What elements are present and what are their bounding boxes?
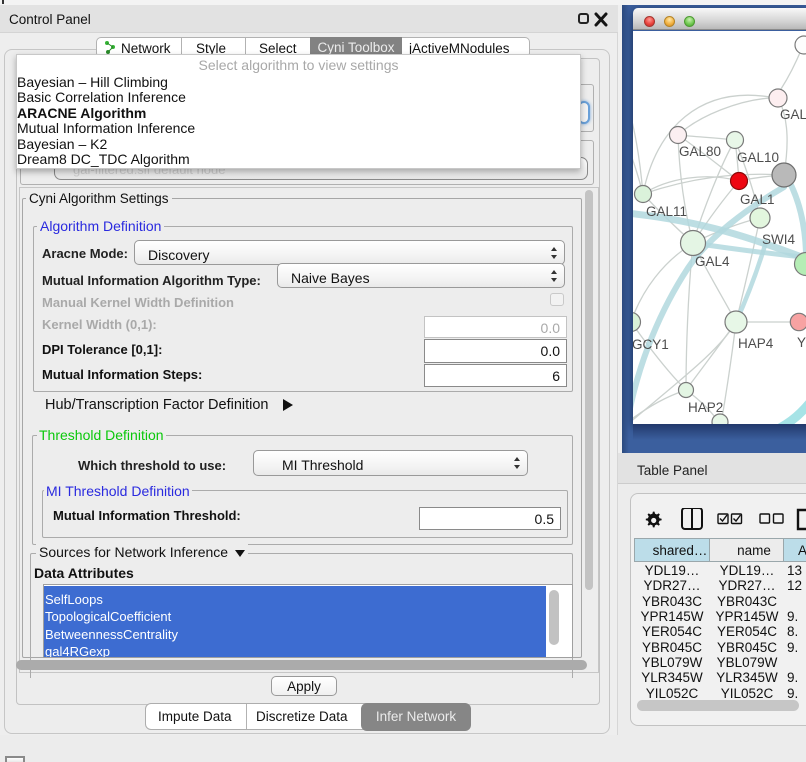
svg-text:GAL4: GAL4	[695, 254, 730, 269]
svg-text:GAL10: GAL10	[737, 150, 779, 165]
svg-text:GAL1: GAL1	[740, 192, 775, 207]
svg-text:HAP4: HAP4	[738, 336, 774, 351]
svg-text:GAL80: GAL80	[679, 144, 721, 159]
svg-text:YM: YM	[797, 335, 806, 350]
svg-text:GAL7: GAL7	[780, 107, 806, 122]
svg-text:HAP2: HAP2	[688, 400, 723, 415]
svg-text:SWI4: SWI4	[762, 232, 795, 247]
svg-text:GAL11: GAL11	[646, 204, 687, 219]
svg-text:GCY1: GCY1	[633, 337, 669, 352]
